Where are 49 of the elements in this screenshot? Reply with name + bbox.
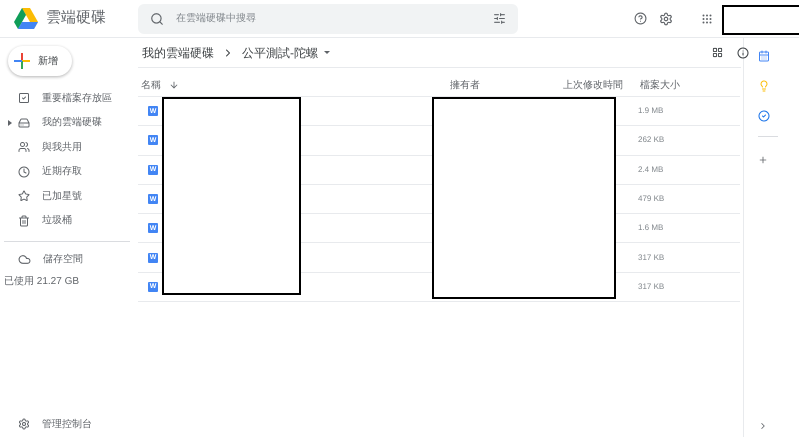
file-size: 262 KB xyxy=(638,134,664,146)
admin-console-item[interactable]: 管理控制台 xyxy=(0,412,138,436)
sidebar-item[interactable]: 我的雲端硬碟 xyxy=(0,110,130,135)
sidebar-item[interactable]: 垃圾桶 xyxy=(0,208,130,233)
storage-usage: 已使用 21.27 GB xyxy=(3,275,80,289)
sidebar-item[interactable]: 近期存取 xyxy=(0,160,130,184)
star-icon xyxy=(18,190,30,202)
file-size: 1.6 MB xyxy=(638,222,664,234)
settings-icon[interactable] xyxy=(659,12,673,26)
help-icon[interactable] xyxy=(634,12,647,25)
file-size: 317 KB xyxy=(638,252,664,264)
people-icon xyxy=(18,141,30,154)
trash-icon xyxy=(18,214,30,227)
info-icon[interactable] xyxy=(737,46,749,58)
column-header[interactable]: 上次修改時間 xyxy=(563,78,640,92)
column-header[interactable]: 名稱 xyxy=(141,78,450,92)
search-bar[interactable]: 在雲端硬碟中搜尋 xyxy=(138,4,518,34)
app-title: 雲端硬碟 xyxy=(46,8,106,28)
sort-arrow-icon[interactable] xyxy=(169,80,179,90)
sidebar-item[interactable]: 與我共用 xyxy=(0,135,130,160)
clock-icon xyxy=(18,166,30,178)
file-size: 1.9 MB xyxy=(638,105,664,118)
admin-icon xyxy=(18,418,30,430)
drive-logo-icon xyxy=(14,8,38,29)
search-icon[interactable] xyxy=(150,12,164,26)
filter-icon[interactable] xyxy=(493,12,506,25)
file-size: 479 KB xyxy=(638,193,664,206)
expand-icon[interactable] xyxy=(8,120,12,126)
apps-grid-icon[interactable] xyxy=(701,12,713,24)
file-size: 2.4 MB xyxy=(638,164,664,176)
calendar-icon[interactable] xyxy=(758,50,770,62)
new-button[interactable]: 新增 xyxy=(8,46,72,76)
add-icon[interactable] xyxy=(758,155,768,165)
cloud-icon xyxy=(18,252,31,266)
sidebar-item[interactable]: 重要檔案存放區 xyxy=(0,86,130,110)
column-header[interactable]: 檔案大小 xyxy=(640,78,680,92)
breadcrumb-link[interactable]: 我的雲端硬碟 xyxy=(142,44,214,62)
column-header[interactable]: 擁有者 xyxy=(450,78,563,92)
search-field[interactable]: 在雲端硬碟中搜尋 xyxy=(176,11,481,26)
file-size: 317 KB xyxy=(638,280,664,293)
dropdown-icon[interactable] xyxy=(324,51,330,54)
grid-view-icon[interactable] xyxy=(712,47,723,58)
storage-item[interactable]: 儲存空間 xyxy=(0,246,138,272)
drive-icon xyxy=(18,116,30,129)
plus-icon xyxy=(14,53,30,69)
breadcrumb-link[interactable]: 公平測試-陀螺 xyxy=(242,44,318,62)
task-check-icon[interactable] xyxy=(758,110,770,122)
sidebar-item[interactable]: 已加星號 xyxy=(0,184,130,208)
checkbox-icon xyxy=(18,92,30,104)
